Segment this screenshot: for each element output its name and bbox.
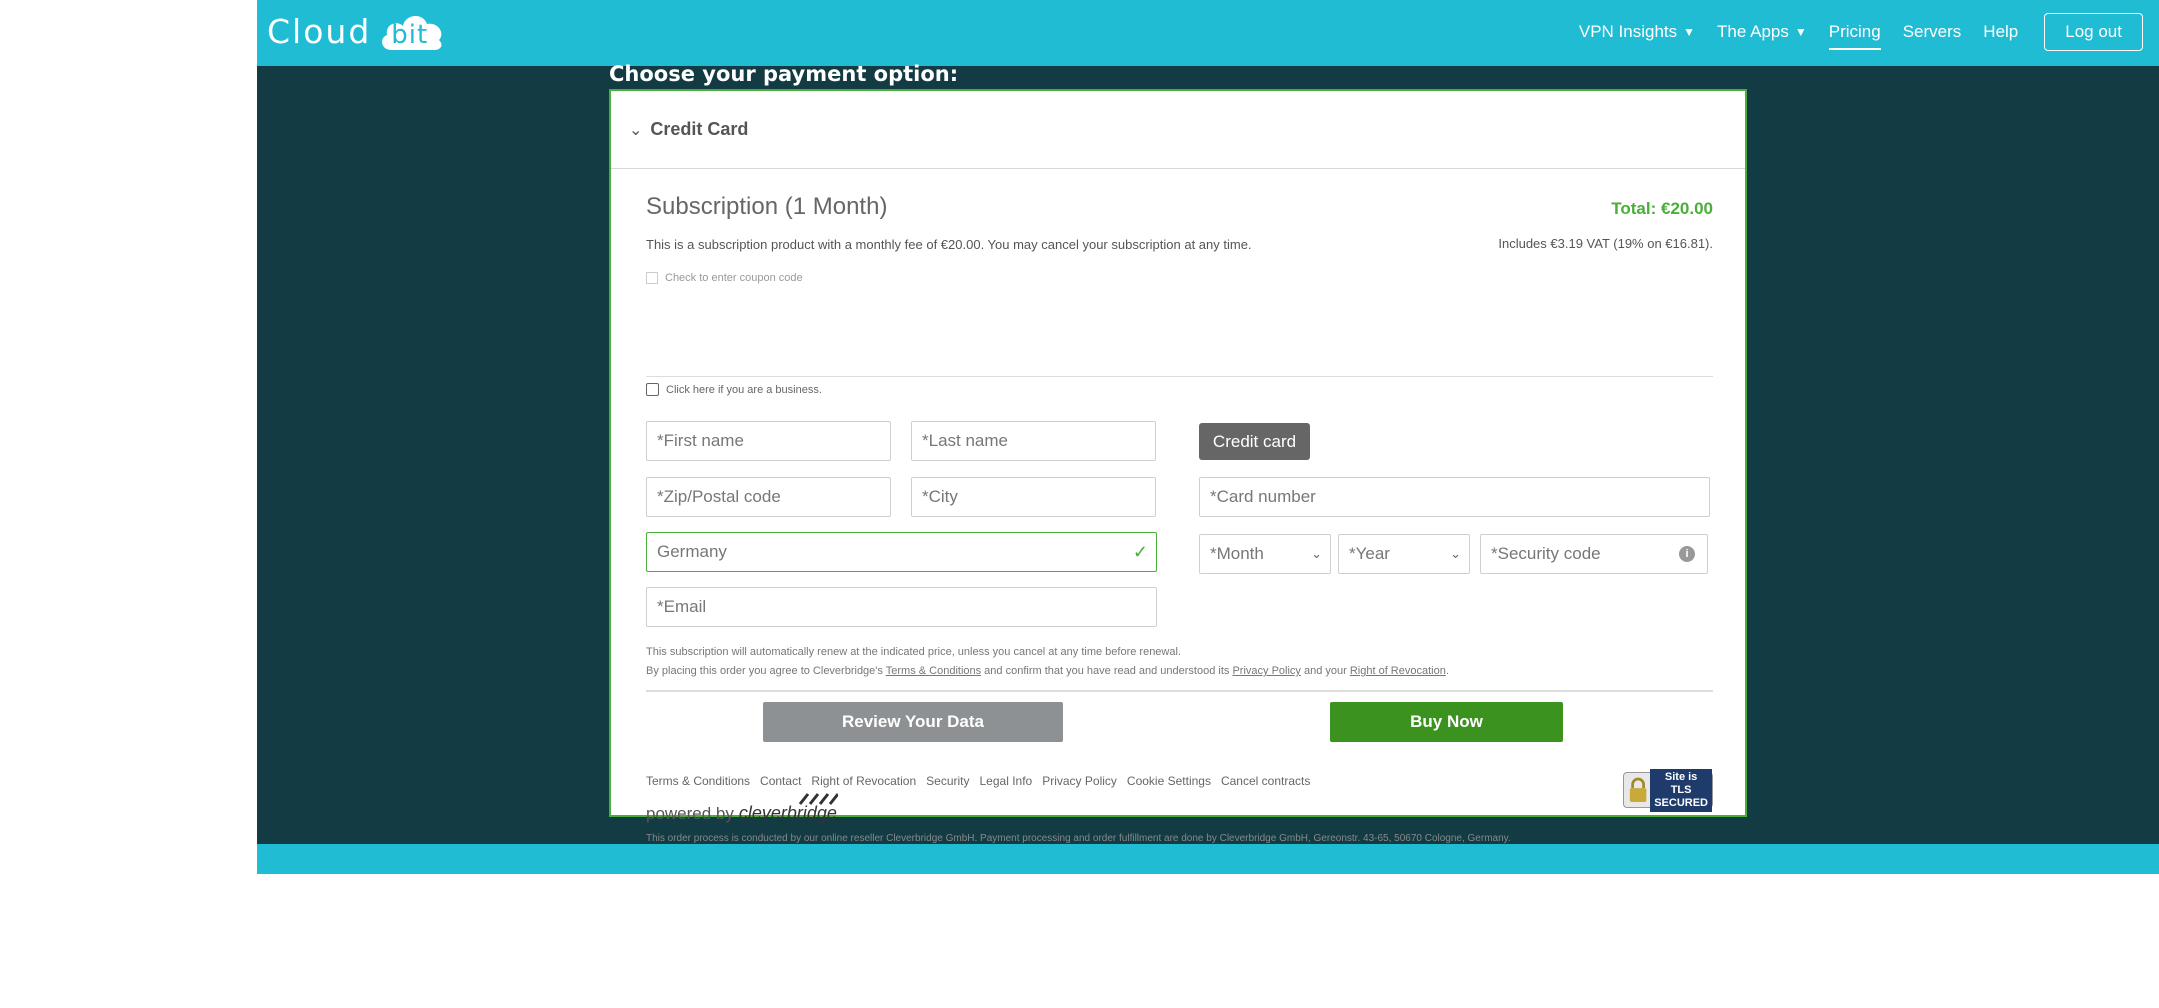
footer-link-terms[interactable]: Terms & Conditions (646, 774, 750, 788)
renewal-notice: This subscription will automatically ren… (646, 646, 1181, 658)
footer-band (257, 844, 2159, 874)
email-field[interactable]: *Email (646, 587, 1157, 627)
chevron-down-icon: ⌄ (629, 121, 643, 139)
business-checkbox[interactable] (646, 383, 659, 396)
logo-text-cloud: Cloud (267, 11, 372, 51)
order-total: Total: €20.00 (1611, 199, 1713, 218)
tls-line2: SECURED (1654, 796, 1708, 809)
footer-link-cancel-contracts[interactable]: Cancel contracts (1221, 774, 1310, 788)
first-name-field[interactable]: *First name (646, 421, 891, 461)
nav-vpn-insights[interactable]: VPN Insights ▼ (1579, 12, 1695, 52)
year-select[interactable]: *Year ⌄ (1338, 534, 1470, 574)
business-checkbox-row[interactable]: Click here if you are a business. (646, 383, 822, 396)
nav-pricing-label: Pricing (1828, 22, 1881, 41)
tls-text: Site is TLS SECURED (1650, 768, 1712, 812)
cloudbit-logo[interactable]: Cloud bit (267, 10, 447, 52)
chevron-down-icon: ▼ (1683, 25, 1696, 39)
nav-help[interactable]: Help (1983, 12, 2018, 52)
top-header: Cloud bit VPN Insights ▼ The Apps ▼ Pric… (257, 0, 2159, 66)
credit-card-accordion-header[interactable]: ⌄ Credit Card (611, 91, 1745, 169)
nav-vpn-insights-label: VPN Insights (1578, 22, 1678, 41)
nav-servers-label: Servers (1902, 22, 1962, 41)
country-select[interactable]: Germany ✓ (646, 532, 1157, 572)
powered-by-cleverbridge: powered by cleverbridge (646, 793, 838, 824)
country-value: Germany (657, 542, 727, 561)
cloud-icon: bit (377, 10, 447, 52)
footer-link-revocation[interactable]: Right of Revocation (811, 774, 916, 788)
zip-field[interactable]: *Zip/Postal code (646, 477, 891, 517)
main-nav: VPN Insights ▼ The Apps ▼ Pricing Server… (1557, 12, 2143, 52)
lock-icon (1629, 777, 1647, 802)
terms-link[interactable]: Terms & Conditions (886, 665, 981, 677)
review-data-button[interactable]: Review Your Data (763, 702, 1063, 742)
chevron-down-icon: ⌄ (1311, 546, 1322, 561)
last-name-field[interactable]: *Last name (911, 421, 1156, 461)
nav-servers[interactable]: Servers (1903, 12, 1962, 52)
payment-method-label: Credit Card (650, 119, 749, 139)
card-number-field[interactable]: *Card number (1199, 477, 1710, 517)
vat-info: Includes €3.19 VAT (19% on €16.81). (1498, 236, 1713, 251)
divider (646, 376, 1713, 377)
security-code-field[interactable]: *Security code i (1480, 534, 1708, 574)
privacy-link[interactable]: Privacy Policy (1232, 665, 1300, 677)
footer-link-contact[interactable]: Contact (760, 774, 801, 788)
security-code-placeholder: *Security code (1491, 544, 1601, 563)
reseller-disclaimer: This order process is conducted by our o… (646, 833, 1511, 844)
payment-card: ⌄ Credit Card Subscription (1 Month) Thi… (609, 89, 1747, 844)
footer-link-privacy[interactable]: Privacy Policy (1042, 774, 1117, 788)
agreement-text-and: and your (1300, 665, 1350, 677)
nav-pricing[interactable]: Pricing (1828, 12, 1881, 52)
footer-links: Terms & Conditions Contact Right of Revo… (646, 774, 1320, 788)
revocation-link[interactable]: Right of Revocation (1350, 665, 1446, 677)
buy-now-button[interactable]: Buy Now (1330, 702, 1563, 742)
coupon-label: Check to enter coupon code (665, 272, 803, 284)
agreement-text-pre: By placing this order you agree to Cleve… (646, 665, 886, 677)
nav-the-apps[interactable]: The Apps ▼ (1717, 12, 1807, 52)
subscription-title: Subscription (1 Month) (646, 193, 888, 220)
info-icon[interactable]: i (1679, 546, 1695, 562)
chevron-down-icon: ▼ (1794, 25, 1807, 39)
agreement-notice: By placing this order you agree to Cleve… (646, 665, 1449, 677)
nav-the-apps-label: The Apps (1717, 22, 1789, 41)
footer-link-cookie-settings[interactable]: Cookie Settings (1127, 774, 1211, 788)
agreement-text-end: . (1445, 665, 1449, 677)
subscription-description: This is a subscription product with a mo… (646, 237, 1252, 252)
coupon-checkbox[interactable] (646, 272, 658, 284)
chevron-down-icon: ⌄ (1450, 546, 1461, 561)
business-label: Click here if you are a business. (666, 383, 822, 396)
cleverbridge-mark-icon (798, 793, 838, 805)
month-value: *Month (1210, 544, 1264, 563)
divider (646, 690, 1713, 692)
powered-by-text: powered by (646, 804, 734, 823)
agreement-text-mid: and confirm that you have read and under… (981, 665, 1233, 677)
year-value: *Year (1349, 544, 1390, 563)
coupon-checkbox-row[interactable]: Check to enter coupon code (646, 272, 803, 284)
tls-secured-badge[interactable]: Site is TLS SECURED (1623, 768, 1713, 812)
cleverbridge-logo-text: cleverbridge (738, 803, 837, 823)
checkmark-icon: ✓ (1132, 541, 1148, 562)
logo-text-bit: bit (391, 20, 429, 50)
tls-line1: Site is TLS (1664, 770, 1698, 796)
city-field[interactable]: *City (911, 477, 1156, 517)
nav-help-label: Help (1983, 22, 2019, 41)
footer-link-security[interactable]: Security (926, 774, 969, 788)
footer-link-legal-info[interactable]: Legal Info (980, 774, 1033, 788)
page-title: Choose your payment option: (609, 62, 959, 86)
month-select[interactable]: *Month ⌄ (1199, 534, 1331, 574)
logout-button[interactable]: Log out (2044, 13, 2143, 51)
credit-card-tab[interactable]: Credit card (1199, 423, 1310, 460)
